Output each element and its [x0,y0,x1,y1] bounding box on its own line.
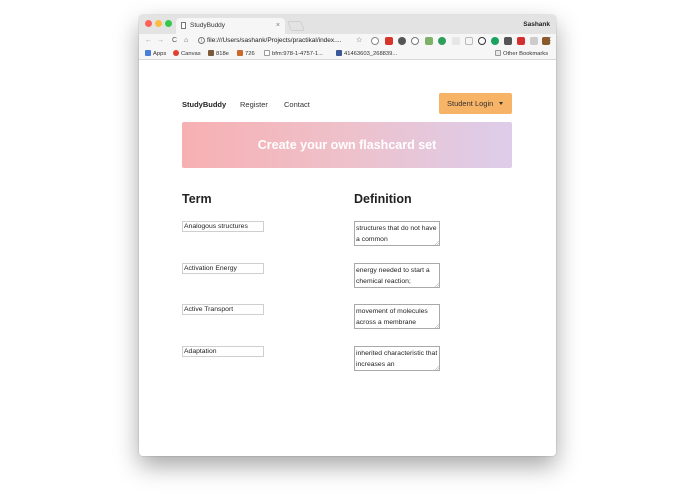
browser-toolbar: ← → C ⌂ i file:///Users/sashank/Projects… [139,34,556,48]
bookmark-bfm[interactable]: bfm:978-1-4757-1... [264,48,323,60]
nav-link-register[interactable]: Register [240,100,268,109]
title-bar: StudyBuddy × Sashank [139,15,556,34]
bookmark-other[interactable]: Other Bookmarks [495,48,548,60]
cloud-extension-icon[interactable] [371,37,379,45]
definition-textarea[interactable]: inherited characteristic that increases … [354,346,440,371]
tab-close-icon[interactable]: × [276,18,280,34]
nav-link-contact[interactable]: Contact [284,100,310,109]
definition-text[interactable]: inherited characteristic that increases … [354,346,440,371]
bookmark-facebook[interactable]: 41463603_268839... [336,48,397,60]
info-icon[interactable]: i [198,37,205,44]
bookmark-726[interactable]: 726 [237,48,255,60]
window-maximize-button[interactable] [165,20,172,27]
apps-icon [145,50,151,56]
bookmark-icon [208,50,214,56]
browser-menu-icon[interactable]: ⋮ [546,34,554,48]
resize-handle-icon[interactable] [435,324,439,328]
term-input[interactable] [182,263,264,274]
shield-extension-icon[interactable] [385,37,393,45]
bookmarks-bar: Apps Canvas 818e 726 bfm:978-1-4757-1...… [139,48,556,60]
folder-icon [495,50,501,56]
student-login-label: Student Login [447,99,494,108]
red-extension-icon[interactable] [517,37,525,45]
window-close-button[interactable] [145,20,152,27]
reload-icon[interactable]: C [172,34,177,48]
gear-extension-icon[interactable] [504,37,512,45]
new-tab-button[interactable] [287,21,305,31]
chevron-down-icon [499,102,503,105]
forward-icon[interactable]: → [157,34,164,48]
definition-textarea[interactable]: energy needed to start a chemical reacti… [354,263,440,288]
definition-text[interactable]: energy needed to start a chemical reacti… [354,263,440,288]
term-input[interactable] [182,304,264,315]
percent-extension-icon[interactable] [465,37,473,45]
definition-column-heading: Definition [354,192,412,206]
record-extension-icon[interactable] [398,37,406,45]
term-input[interactable] [182,346,264,357]
resize-handle-icon[interactable] [435,241,439,245]
term-column-heading: Term [182,192,212,206]
green-extension-icon[interactable] [438,37,446,45]
page-content: StudyBuddy Register Contact Student Logi… [139,61,556,456]
home-icon[interactable]: ⌂ [184,34,188,48]
star-icon[interactable]: ☆ [356,34,362,48]
facebook-icon [336,50,342,56]
gray-extension-icon[interactable] [530,37,538,45]
tab-title: StudyBuddy [190,22,226,29]
browser-window: StudyBuddy × Sashank ← → C ⌂ i file:///U… [139,15,556,456]
download-extension-icon[interactable] [425,37,433,45]
circle-extension-icon[interactable] [411,37,419,45]
definition-textarea[interactable]: structures that do not have a common [354,221,440,246]
document-icon [181,22,186,29]
bookmark-apps[interactable]: Apps [145,48,166,60]
window-minimize-button[interactable] [155,20,162,27]
back-icon[interactable]: ← [145,34,152,48]
bookmark-canvas[interactable]: Canvas [173,48,201,60]
resize-handle-icon[interactable] [435,283,439,287]
address-text: file:///Users/sashank/Projects/practikal… [207,37,342,44]
brand-logo[interactable]: StudyBuddy [182,100,226,109]
grammar-extension-icon[interactable] [491,37,499,45]
definition-textarea[interactable]: movement of molecules across a membrane [354,304,440,329]
document-icon [264,50,270,56]
blank-extension-icon[interactable] [452,37,460,45]
bookmark-icon [237,50,243,56]
browser-tab[interactable]: StudyBuddy × [176,18,285,34]
definition-text[interactable]: movement of molecules across a membrane [354,304,440,329]
bookmark-818e[interactable]: 818e [208,48,229,60]
page-banner: Create your own flashcard set [182,122,512,168]
profile-name[interactable]: Sashank [523,15,550,34]
canvas-icon [173,50,179,56]
term-input[interactable] [182,221,264,232]
resize-handle-icon[interactable] [435,366,439,370]
info-extension-icon[interactable] [478,37,486,45]
definition-text[interactable]: structures that do not have a common [354,221,440,246]
student-login-button[interactable]: Student Login [439,93,512,114]
